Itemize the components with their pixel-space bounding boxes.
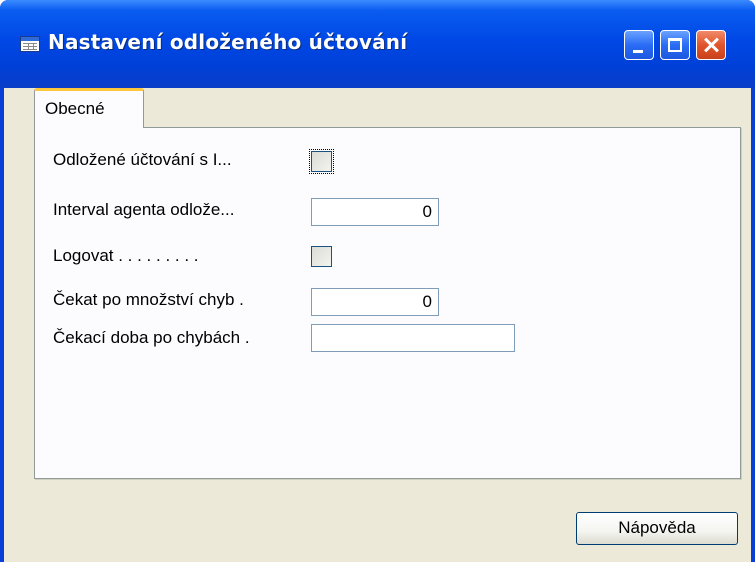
- wait-error-count-input[interactable]: 0: [311, 288, 439, 316]
- tab-general[interactable]: Obecné: [34, 88, 144, 128]
- wait-time-input[interactable]: [311, 324, 515, 352]
- agent-interval-label: Interval agenta odlože...: [53, 200, 235, 219]
- log-checkbox[interactable]: [311, 246, 332, 267]
- maximize-icon: [668, 38, 682, 52]
- deferred-posting-label: Odložené účtování s I...: [53, 150, 232, 169]
- wait-error-count-label: Čekat po množství chyb .: [53, 290, 244, 309]
- close-icon: [697, 31, 725, 59]
- dialog-window: Nastavení odloženého účtování Obecné Odl…: [0, 0, 755, 562]
- deferred-posting-checkbox[interactable]: [309, 149, 334, 174]
- help-button[interactable]: Nápověda: [576, 512, 738, 545]
- minimize-button[interactable]: [624, 30, 654, 60]
- tab-panel-general: Odložené účtování s I... Interval agenta…: [34, 127, 741, 479]
- minimize-icon: [633, 50, 643, 53]
- title-bar[interactable]: Nastavení odloženého účtování: [0, 0, 755, 88]
- agent-interval-input[interactable]: 0: [311, 198, 439, 226]
- log-label: Logovat . . . . . . . . .: [53, 246, 199, 265]
- window-title: Nastavení odloženého účtování: [48, 30, 408, 54]
- tab-general-label: Obecné: [45, 99, 105, 118]
- close-button[interactable]: [696, 30, 726, 60]
- wait-time-label: Čekací doba po chybách .: [53, 328, 250, 347]
- dialog-body: Obecné Odložené účtování s I... Interval…: [4, 88, 751, 562]
- maximize-button[interactable]: [660, 30, 690, 60]
- form-icon: [20, 36, 40, 52]
